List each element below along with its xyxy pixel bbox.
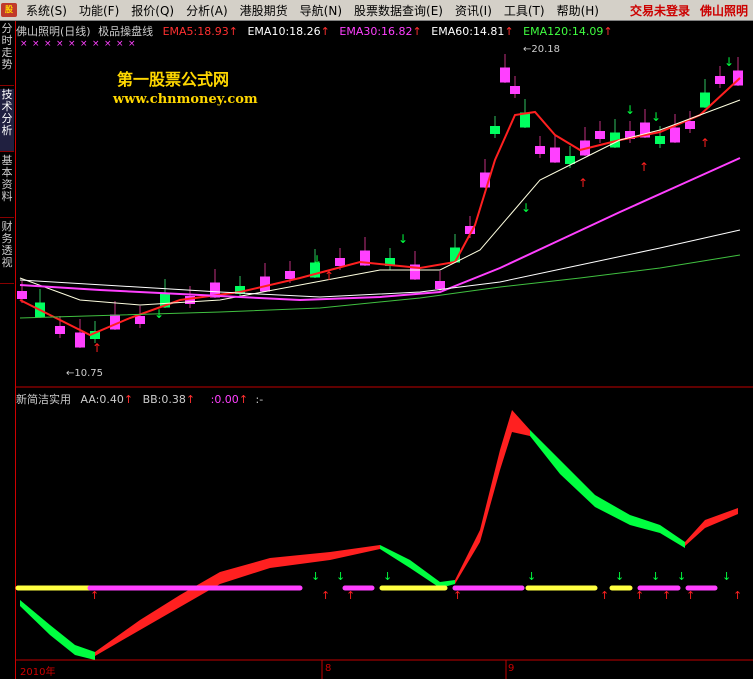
up-arrow-icon: ↑ — [686, 589, 695, 602]
up-arrow-icon: ↑ — [346, 589, 355, 602]
low-price-label: ←10.75 — [66, 368, 104, 379]
down-arrow-icon: ↓ — [398, 232, 408, 246]
down-arrow-icon: ↓ — [336, 570, 345, 583]
date-label-year: 2010年 — [20, 667, 56, 678]
watermark-title: 第一股票公式网 — [117, 70, 230, 89]
up-arrow-icon: ↑ — [92, 341, 102, 355]
down-arrow-icon: ↓ — [615, 570, 624, 583]
candle-body — [55, 326, 65, 334]
candle-body — [670, 127, 680, 143]
cc-readout: :0.00↑ — [210, 393, 249, 406]
candle-body — [490, 126, 500, 134]
candle-body — [550, 147, 560, 163]
down-arrow-icon: ↓ — [383, 570, 392, 583]
bb-readout: BB:0.38↑ — [142, 393, 196, 406]
down-arrow-icon: ↓ — [154, 307, 164, 321]
candle-body — [260, 276, 270, 292]
candle-body — [335, 258, 345, 266]
x-marker-icon: × — [104, 39, 112, 49]
down-arrow-icon: ↓ — [521, 201, 531, 215]
candle-body — [435, 281, 445, 289]
up-arrow-icon: ↑ — [578, 176, 588, 190]
x-marker-icon: × — [68, 39, 76, 49]
indicator-name: 极品操盘线 — [98, 25, 154, 38]
up-arrow-icon: ↑ — [639, 160, 649, 174]
candle-body — [655, 136, 665, 144]
candle-body — [535, 146, 545, 154]
candle-body — [500, 67, 510, 83]
ema60-readout: EMA60:14.81↑ — [431, 25, 514, 38]
ema10-line — [19, 99, 741, 306]
candle-body — [17, 291, 27, 299]
x-marker-icon: × — [56, 39, 64, 49]
up-arrow-icon: ↑ — [635, 589, 644, 602]
date-axis: 2010年 8 9 — [16, 661, 753, 679]
main-chart-title: 佛山照明(日线) 极品操盘线 EMA5:18.93↑ EMA10:18.26↑ … — [16, 23, 613, 39]
candle-body — [700, 92, 710, 108]
candle-body — [285, 271, 295, 279]
candle-body — [685, 121, 695, 129]
up-arrow-icon: ↑ — [453, 589, 462, 602]
stock-period-label: 佛山照明(日线) — [16, 25, 91, 38]
up-arrow-icon: ↑ — [90, 589, 99, 602]
down-arrow-icon: ↓ — [651, 570, 660, 583]
date-label-aug: 8 — [325, 663, 332, 674]
x-marker-icon: × — [128, 39, 136, 49]
up-arrow-icon: ↑ — [662, 589, 671, 602]
down-arrow-icon: ↓ — [677, 570, 686, 583]
candle-body — [135, 316, 145, 324]
down-arrow-icon: ↓ — [722, 570, 731, 583]
ema30-line — [19, 157, 741, 302]
up-arrow-icon: ↑ — [324, 269, 334, 283]
indicator-band-green — [20, 600, 95, 660]
up-arrow-icon: ↑ — [321, 589, 330, 602]
ema10-readout: EMA10:18.26↑ — [247, 25, 330, 38]
candle-body — [75, 332, 85, 348]
down-arrow-icon: ↓ — [724, 55, 734, 69]
candle-body — [510, 86, 520, 94]
indicator-name-label: 新简洁实用 — [16, 393, 71, 406]
x-marker-icon: × — [116, 39, 124, 49]
indicator-band-red — [95, 545, 380, 656]
indicator-series: ↓ ↓ ↓ ↓ ↓ ↓ ↓ ↓↑ ↑ ↑ ↑ ↑ ↑ ↑ ↑ ↑ — [15, 410, 742, 660]
x-marker-icon: × — [32, 39, 40, 49]
indicator-band-red — [455, 410, 530, 584]
ema30-readout: EMA30:16.82↑ — [339, 25, 422, 38]
candle-body — [595, 131, 605, 139]
x-marker-icon: × — [92, 39, 100, 49]
up-arrow-icon: ↑ — [733, 589, 742, 602]
x-marker-icon: × — [20, 39, 28, 49]
x-marker-icon: × — [80, 39, 88, 49]
aa-readout: AA:0.40↑ — [80, 393, 134, 406]
indicator-band-red — [685, 508, 738, 546]
up-arrow-icon: ↑ — [600, 589, 609, 602]
indicator-band-green — [530, 430, 685, 548]
down-arrow-icon: ↓ — [312, 253, 322, 267]
watermark-url: www.chnmoney.com — [113, 92, 258, 107]
x-marker-icon: × — [44, 39, 52, 49]
down-arrow-icon: ↓ — [625, 103, 635, 117]
down-arrow-icon: ↓ — [311, 570, 320, 583]
down-arrow-icon: ↓ — [527, 570, 536, 583]
date-label-sep: 9 — [508, 663, 515, 674]
down-arrow-icon: ↓ — [651, 110, 661, 124]
indicator-title: 新简洁实用 AA:0.40↑ BB:0.38↑ :0.00↑ :- — [16, 391, 263, 407]
candle-body — [715, 76, 725, 84]
dd-readout: :- — [255, 393, 264, 406]
ema5-readout: EMA5:18.93↑ — [162, 25, 238, 38]
ema120-readout: EMA120:14.09↑ — [523, 25, 613, 38]
up-arrow-icon: ↑ — [700, 136, 710, 150]
high-price-label: ←20.18 — [523, 44, 561, 55]
